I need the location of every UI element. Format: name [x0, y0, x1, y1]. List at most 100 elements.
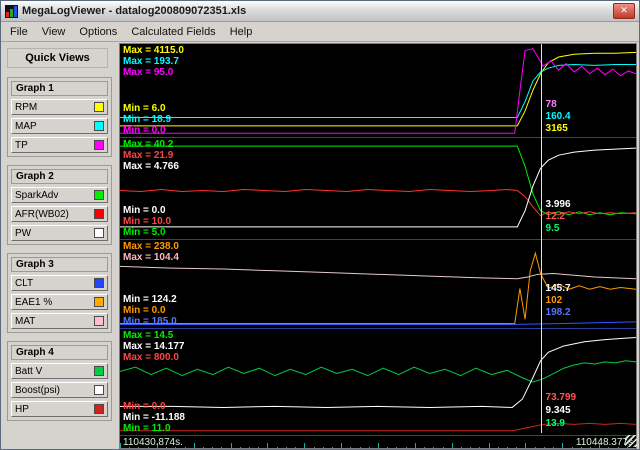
timeline-tick: [295, 447, 297, 448]
signal-label: MAT: [15, 315, 36, 327]
min-labels: Min = 0.0 Min = -11.188 Min = 11.0: [123, 401, 185, 434]
timeline-tick: [359, 447, 361, 448]
menu-item-calculated-fields[interactable]: Calculated Fields: [124, 24, 222, 40]
max-label: Max = 193.7: [123, 56, 179, 67]
menu-item-view[interactable]: View: [35, 24, 73, 40]
timeline-tick: [285, 447, 287, 448]
timeline-tick: [378, 443, 379, 448]
signal-color-chip: [94, 102, 104, 112]
signal-button-mat[interactable]: MAT: [11, 313, 108, 329]
signal-button-sparkadv[interactable]: SparkAdv: [11, 187, 108, 203]
menu-item-options[interactable]: Options: [72, 24, 124, 40]
signal-label: SparkAdv: [15, 189, 59, 201]
timeline-tick: [516, 447, 518, 448]
timeline-tick: [479, 447, 481, 448]
max-label: Max = 95.0: [123, 67, 174, 78]
sidebar-group-4: Graph 4 Batt V Boost(psi) HP: [7, 341, 112, 421]
min-label: Min = 0.0: [123, 401, 166, 412]
min-labels: Min = 0.0 Min = 10.0 Min = 5.0: [123, 205, 171, 238]
signal-color-chip: [94, 190, 104, 200]
menu-item-help[interactable]: Help: [223, 24, 260, 40]
timeline-end: 110448.377s: [575, 437, 633, 448]
max-labels: Max = 40.2 Max = 21.9 Max = 4.766: [123, 139, 179, 172]
timeline-tick: [470, 447, 472, 448]
signal-button-boost-psi[interactable]: Boost(psi): [11, 382, 108, 398]
signal-label: AFR(WB02): [15, 208, 69, 220]
timeline-tick: [313, 447, 315, 448]
signal-button-map[interactable]: MAP: [11, 118, 108, 134]
max-label: Max = 104.4: [123, 252, 179, 263]
group-label-graph-3: Graph 3: [11, 257, 108, 272]
signal-color-chip: [94, 228, 104, 238]
quick-views-header: Quick Views: [7, 48, 108, 68]
min-label: Min = 10.0: [123, 216, 172, 227]
menu-item-file[interactable]: File: [3, 24, 35, 40]
timeline-tick: [193, 443, 195, 448]
graph-panel-1[interactable]: Max = 4115.0 Max = 193.7 Max = 95.0 Min = 6…: [120, 44, 636, 138]
min-label: Min = 0.0: [123, 305, 166, 316]
timeline-tick: [497, 447, 499, 448]
cursor-line[interactable]: [540, 44, 542, 433]
signal-button-hp[interactable]: HP: [11, 401, 108, 417]
min-label: Min = 6.0: [123, 103, 166, 114]
timeline-tick: [387, 447, 389, 448]
min-labels: Min = 124.2 Min = 0.0 Min = 185.0: [123, 294, 177, 327]
signal-color-chip: [94, 316, 104, 326]
signal-button-clt[interactable]: CLT: [11, 275, 108, 291]
close-button[interactable]: ✕: [613, 3, 635, 19]
sidebar-group-3: Graph 3 CLT EAE1 % MAT: [7, 253, 112, 333]
cursor-value: 3.996: [545, 199, 571, 210]
cursor-value: 9.345: [545, 405, 571, 416]
signal-label: CLT: [15, 277, 34, 289]
sidebar-group-2: Graph 2 SparkAdv AFR(WB02) PW: [7, 165, 112, 245]
timeline-tick: [525, 443, 527, 448]
timeline-tick: [442, 447, 444, 448]
timeline-tick: [562, 443, 564, 448]
signal-label: RPM: [15, 101, 38, 113]
group-label-graph-4: Graph 4: [11, 345, 108, 360]
timeline-tick: [221, 447, 223, 448]
cursor-value: 102: [545, 295, 563, 306]
signal-label: TP: [15, 139, 28, 151]
timeline-tick: [341, 443, 343, 448]
min-label: Min = 185.0: [123, 316, 177, 327]
graph-panel-3[interactable]: Max = 238.0 Max = 104.4 Min = 124.2 Min = 0…: [120, 240, 636, 329]
signal-button-tp[interactable]: TP: [11, 137, 108, 153]
cursor-value: 9.5: [545, 223, 560, 234]
timeline[interactable]: 110430.874s. 110448.377s: [120, 436, 636, 448]
min-label: Min = 11.0: [123, 423, 171, 434]
min-labels: Min = 6.0 Min = 18.9 Min = 0.0: [123, 103, 171, 136]
signal-button-eae1[interactable]: EAE1 %: [11, 294, 108, 310]
signal-button-pw[interactable]: PW: [11, 225, 108, 241]
timeline-tick: [488, 443, 490, 448]
timeline-tick: [571, 447, 573, 448]
graph-panel-4[interactable]: Max = 14.5 Max = 14.177 Max = 800.0 Min = 0…: [120, 329, 636, 436]
max-labels: Max = 238.0 Max = 104.4: [123, 241, 179, 263]
timeline-tick: [276, 447, 278, 448]
signal-button-batt-v[interactable]: Batt V: [11, 363, 108, 379]
app-window: MegaLogViewer - datalog200809072351.xls …: [0, 0, 640, 450]
max-label: Max = 4.766: [123, 161, 179, 172]
timeline-tick: [322, 447, 324, 448]
timeline-tick: [460, 447, 462, 448]
signal-label: MAP: [15, 120, 37, 132]
signal-color-chip: [94, 404, 104, 414]
app-icon: [5, 4, 18, 18]
cursor-value: 145.7: [545, 283, 571, 294]
signal-label: EAE1 %: [15, 296, 53, 308]
timeline-tick: [212, 447, 214, 448]
timeline-tick: [331, 447, 333, 448]
signal-button-afr-wb02[interactable]: AFR(WB02): [11, 206, 108, 222]
min-label: Min = -11.188: [123, 412, 185, 423]
timeline-tick: [507, 447, 508, 448]
signal-button-rpm[interactable]: RPM: [11, 99, 108, 115]
cursor-value: 78: [545, 99, 557, 110]
graph-panel-2[interactable]: Max = 40.2 Max = 21.9 Max = 4.766 Min = 0.0…: [120, 138, 636, 240]
signal-label: HP: [15, 403, 29, 415]
timeline-tick: [424, 447, 426, 448]
timeline-tick: [368, 447, 370, 448]
group-label-graph-1: Graph 1: [11, 81, 108, 96]
cursor-value: 13.9: [545, 418, 565, 429]
signal-label: Batt V: [15, 365, 43, 377]
cursor-value: 198.2: [545, 307, 571, 318]
